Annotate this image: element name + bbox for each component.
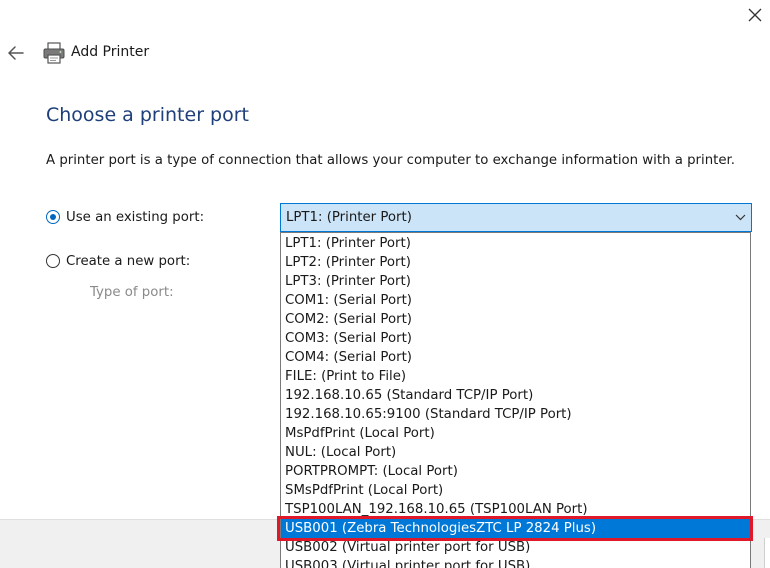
dropdown-toggle[interactable] xyxy=(729,204,751,231)
back-arrow-icon xyxy=(8,46,24,60)
page-title: Choose a printer port xyxy=(46,104,249,126)
port-option[interactable]: USB003 (Virtual printer port for USB) xyxy=(281,557,750,568)
existing-port-select[interactable]: LPT1: (Printer Port) xyxy=(280,203,752,232)
port-option[interactable]: COM1: (Serial Port) xyxy=(281,291,750,310)
port-option[interactable]: TSP100LAN_192.168.10.65 (TSP100LAN Port) xyxy=(281,500,750,519)
port-option[interactable]: NUL: (Local Port) xyxy=(281,443,750,462)
port-option[interactable]: MsPdfPrint (Local Port) xyxy=(281,424,750,443)
port-option[interactable]: PORTPROMPT: (Local Port) xyxy=(281,462,750,481)
port-option[interactable]: COM4: (Serial Port) xyxy=(281,348,750,367)
port-option[interactable]: SMsPdfPrint (Local Port) xyxy=(281,481,750,500)
use-existing-port-radio[interactable]: Use an existing port: xyxy=(46,207,204,227)
radio-button-checked[interactable] xyxy=(46,210,60,224)
close-button[interactable] xyxy=(740,0,770,30)
port-dropdown-list[interactable]: LPT1: (Printer Port) LPT2: (Printer Port)… xyxy=(280,232,751,568)
port-option[interactable]: COM3: (Serial Port) xyxy=(281,329,750,348)
dialog-header: Add Printer xyxy=(0,36,740,70)
create-new-port-radio[interactable]: Create a new port: xyxy=(46,251,190,271)
port-option[interactable]: LPT1: (Printer Port) xyxy=(281,234,750,253)
type-of-port-label: Type of port: xyxy=(90,285,174,300)
back-button[interactable] xyxy=(4,41,28,65)
scrollbar[interactable] xyxy=(764,538,770,568)
dialog-title: Add Printer xyxy=(71,44,150,60)
existing-port-select-value: LPT1: (Printer Port) xyxy=(286,210,412,225)
use-existing-port-label: Use an existing port: xyxy=(66,209,205,225)
port-option[interactable]: LPT2: (Printer Port) xyxy=(281,253,750,272)
port-option[interactable]: LPT3: (Printer Port) xyxy=(281,272,750,291)
port-option[interactable]: USB001 (Zebra TechnologiesZTC LP 2824 Pl… xyxy=(281,519,750,538)
chevron-down-icon xyxy=(735,214,745,221)
create-new-port-label: Create a new port: xyxy=(66,253,191,269)
page-description: A printer port is a type of connection t… xyxy=(46,153,736,168)
port-option[interactable]: USB002 (Virtual printer port for USB) xyxy=(281,538,750,557)
port-option[interactable]: 192.168.10.65 (Standard TCP/IP Port) xyxy=(281,386,750,405)
port-option[interactable]: FILE: (Print to File) xyxy=(281,367,750,386)
printer-icon xyxy=(43,42,65,64)
close-icon xyxy=(748,8,762,22)
radio-button-unchecked[interactable] xyxy=(46,254,60,268)
port-option[interactable]: COM2: (Serial Port) xyxy=(281,310,750,329)
port-option[interactable]: 192.168.10.65:9100 (Standard TCP/IP Port… xyxy=(281,405,750,424)
